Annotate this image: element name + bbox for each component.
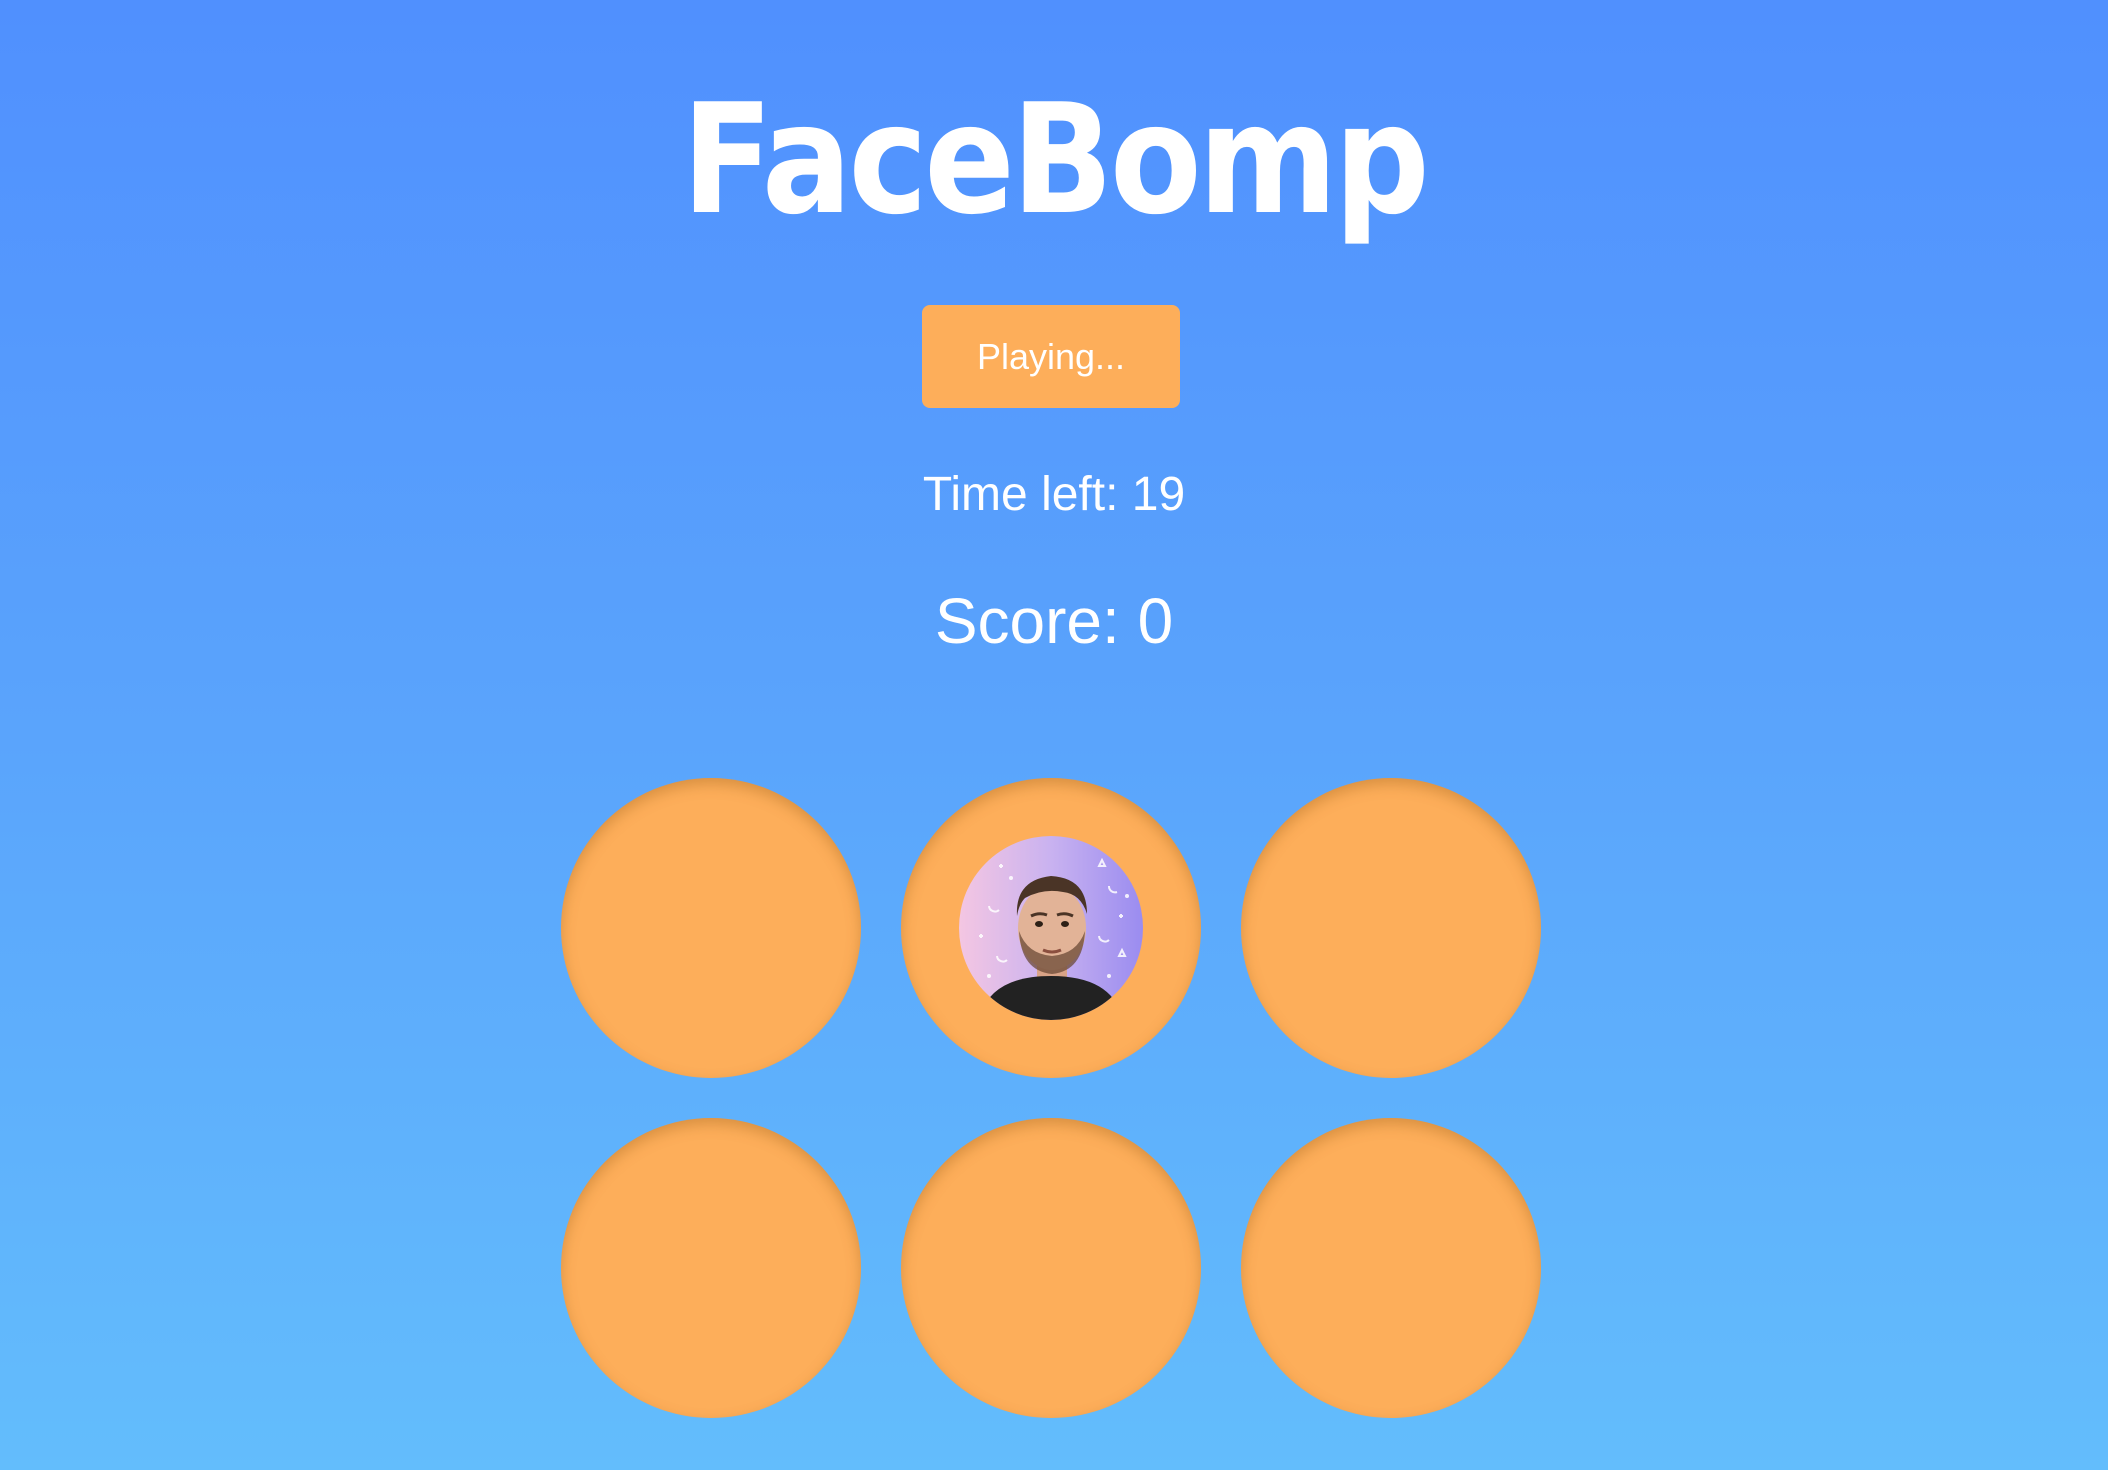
hole-6[interactable] (1241, 1118, 1541, 1418)
time-left-display: Time left: 19 (922, 468, 1186, 521)
hole-1[interactable] (561, 778, 861, 1078)
game-title: FaceBomp (681, 71, 1430, 248)
hole-3[interactable] (1241, 778, 1541, 1078)
hole-5[interactable] (901, 1118, 1201, 1418)
score-display: Score: 0 (934, 585, 1174, 657)
hole-2[interactable] (901, 778, 1201, 1078)
hole-4[interactable] (561, 1118, 861, 1418)
start-button[interactable]: Playing... (922, 305, 1180, 408)
face-avatar-image[interactable] (959, 836, 1143, 1020)
